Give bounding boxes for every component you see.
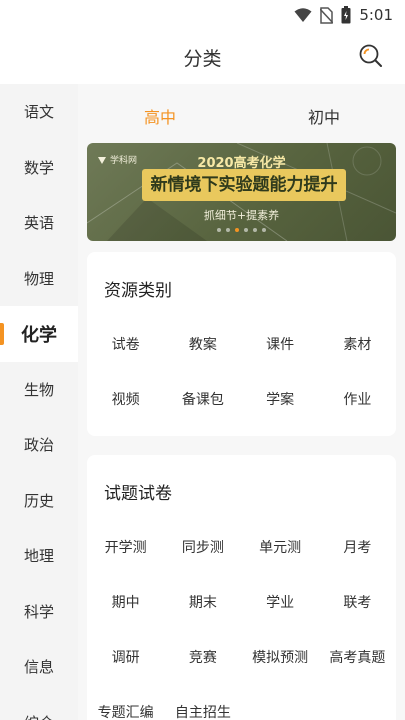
- resource-item-prep-pack[interactable]: 备课包: [164, 371, 241, 426]
- exam-paper-grid: 开学测 同步测 单元测 月考 期中 期末 学业 联考 调研 竞赛 模拟预测 高考…: [87, 519, 396, 720]
- subject-sidebar: 语文 数学 英语 物理 化学 生物 政治 历史 地理 科学 信息 综合: [0, 84, 78, 720]
- header: 分类: [0, 32, 405, 82]
- wifi-icon: [294, 8, 312, 22]
- sidebar-item-math[interactable]: 数学: [0, 140, 78, 196]
- paper-item-proficiency[interactable]: 学业: [242, 574, 319, 629]
- sidebar-item-label: 政治: [23, 436, 54, 455]
- tab-junior-high[interactable]: 初中: [308, 104, 340, 128]
- paper-item-monthly[interactable]: 月考: [319, 519, 396, 574]
- pagination-dot[interactable]: [244, 228, 248, 232]
- sidebar-item-label: 语文: [23, 103, 54, 122]
- banner-pagination: [87, 228, 396, 232]
- paper-item-competition[interactable]: 竞赛: [164, 629, 241, 684]
- sidebar-item-label: 信息: [23, 658, 54, 677]
- battery-icon: [341, 6, 351, 24]
- promo-banner[interactable]: 学科网 2020高考化学 新情境下实验题能力提升 抓细节+提素养: [87, 143, 396, 241]
- sidebar-item-geography[interactable]: 地理: [0, 528, 78, 584]
- sidebar-item-label: 地理: [23, 547, 54, 566]
- resource-item-courseware[interactable]: 课件: [242, 316, 319, 371]
- status-icons: 5:01: [294, 6, 393, 24]
- pagination-dot[interactable]: [262, 228, 266, 232]
- paper-item-survey[interactable]: 调研: [87, 629, 164, 684]
- pagination-dot-active[interactable]: [235, 228, 239, 232]
- sidebar-item-chemistry[interactable]: 化学: [0, 306, 78, 362]
- banner-headline: 新情境下实验题能力提升: [142, 169, 346, 201]
- page-title: 分类: [183, 48, 222, 70]
- tab-senior-high[interactable]: 高中: [144, 104, 176, 128]
- paper-item-midterm[interactable]: 期中: [87, 574, 164, 629]
- sidebar-item-label: 生物: [23, 380, 54, 399]
- paper-item-final[interactable]: 期末: [164, 574, 241, 629]
- card-title: 试题试卷: [104, 484, 172, 504]
- paper-item-opening-test[interactable]: 开学测: [87, 519, 164, 574]
- paper-item-past-papers[interactable]: 高考真题: [319, 629, 396, 684]
- main-content: 高中 初中 学科网 2020高考化学 新情境下实验题能力提升 抓细节+提素养 资…: [78, 84, 405, 720]
- status-time: 5:01: [359, 6, 393, 24]
- sidebar-item-label: 历史: [23, 491, 54, 510]
- sidebar-item-general[interactable]: 综合: [0, 695, 78, 720]
- sidebar-item-info[interactable]: 信息: [0, 639, 78, 695]
- sidebar-item-label: 物理: [23, 269, 54, 288]
- no-sim-icon: [320, 6, 334, 24]
- search-icon: [359, 44, 382, 67]
- sidebar-item-label: 英语: [23, 214, 54, 233]
- resource-item-homework[interactable]: 作业: [319, 371, 396, 426]
- sidebar-item-physics[interactable]: 物理: [0, 251, 78, 307]
- sidebar-item-label: 科学: [23, 602, 54, 621]
- sidebar-item-science[interactable]: 科学: [0, 584, 78, 640]
- paper-item-mock[interactable]: 模拟预测: [242, 629, 319, 684]
- resource-item-exam[interactable]: 试卷: [87, 316, 164, 371]
- sidebar-item-label: 综合: [24, 712, 54, 720]
- sidebar-item-history[interactable]: 历史: [0, 473, 78, 529]
- exam-paper-card: 试题试卷 开学测 同步测 单元测 月考 期中 期末 学业 联考 调研 竞赛 模拟…: [87, 455, 396, 720]
- sidebar-item-biology[interactable]: 生物: [0, 362, 78, 418]
- resource-item-study-guide[interactable]: 学案: [242, 371, 319, 426]
- level-tabs: 高中 初中: [78, 84, 405, 142]
- paper-item-unit-test[interactable]: 单元测: [242, 519, 319, 574]
- banner-subtitle: 抓细节+提素养: [203, 209, 280, 222]
- sidebar-item-label: 数学: [23, 158, 54, 177]
- paper-item-joint-exam[interactable]: 联考: [319, 574, 396, 629]
- status-bar: 5:01: [0, 0, 405, 32]
- paper-item-independent-admission[interactable]: 自主招生: [164, 684, 241, 720]
- resource-item-lesson-plan[interactable]: 教案: [164, 316, 241, 371]
- pagination-dot[interactable]: [253, 228, 257, 232]
- paper-item-sync-test[interactable]: 同步测: [164, 519, 241, 574]
- resource-type-card: 资源类别 试卷 教案 课件 素材 视频 备课包 学案 作业: [87, 252, 396, 436]
- sidebar-item-english[interactable]: 英语: [0, 195, 78, 251]
- paper-item-topic-compilation[interactable]: 专题汇编: [87, 684, 164, 720]
- sidebar-item-politics[interactable]: 政治: [0, 417, 78, 473]
- resource-item-material[interactable]: 素材: [319, 316, 396, 371]
- sidebar-item-chinese[interactable]: 语文: [0, 84, 78, 140]
- sidebar-item-label: 化学: [21, 324, 57, 346]
- pagination-dot[interactable]: [217, 228, 221, 232]
- resource-item-video[interactable]: 视频: [87, 371, 164, 426]
- resource-type-grid: 试卷 教案 课件 素材 视频 备课包 学案 作业: [87, 316, 396, 426]
- search-button[interactable]: [357, 42, 385, 70]
- pagination-dot[interactable]: [226, 228, 230, 232]
- card-title: 资源类别: [104, 281, 172, 301]
